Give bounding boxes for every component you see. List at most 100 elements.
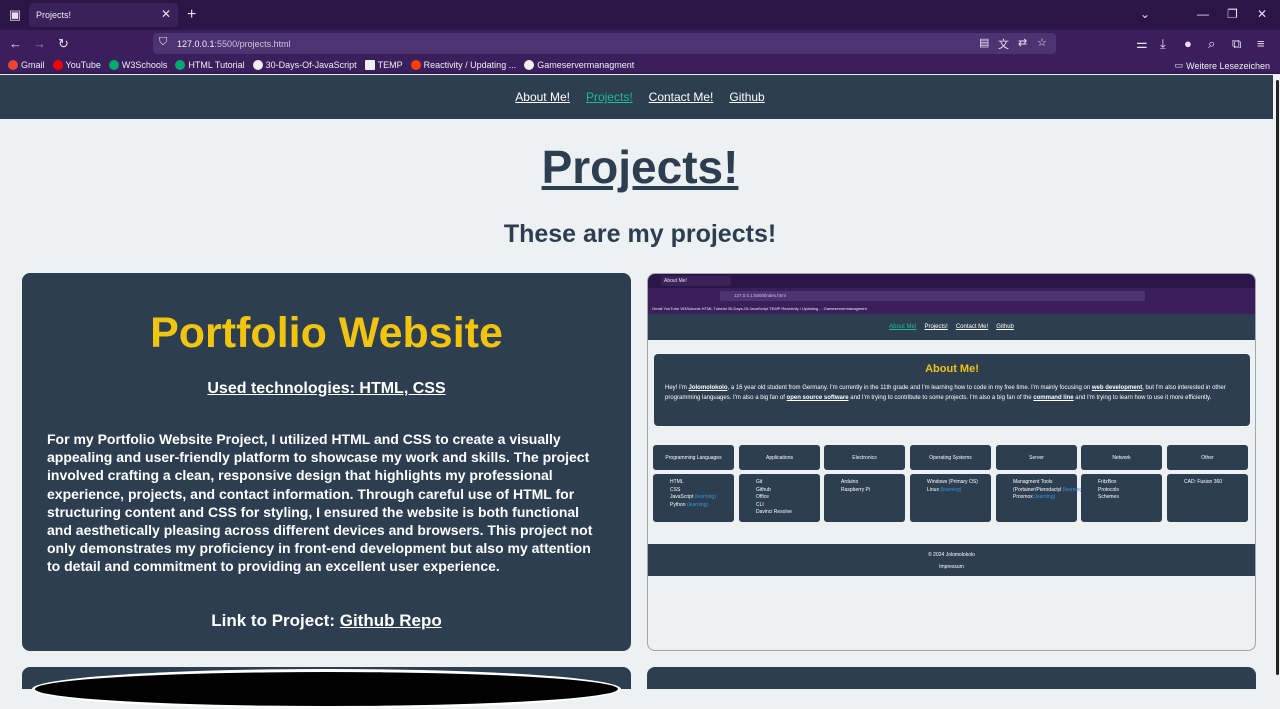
gmail-icon <box>8 60 18 70</box>
scrollbar-thumb[interactable] <box>1276 80 1279 675</box>
reload-icon[interactable]: ↻ <box>58 36 69 52</box>
project-card: Portfolio Website Used technologies: HTM… <box>22 273 631 651</box>
screenshot-skill-item: CAD: Fusion 360 <box>1184 479 1223 485</box>
screenshot-site-nav: About Me! Projects! Contact Me! Github <box>648 314 1255 340</box>
youtube-icon <box>52 60 63 70</box>
chevron-down-icon[interactable]: ⌄ <box>1140 7 1150 21</box>
screenshot-nav-projects: Projects! <box>924 324 948 330</box>
screenshot-footer-copy: © 2024 Jolomolokolo <box>928 552 975 558</box>
close-icon[interactable]: ✕ <box>161 7 171 21</box>
project-link-prefix: Link to Project: <box>211 611 335 630</box>
screenshot-skill-item: Office <box>756 494 769 500</box>
w3schools-icon <box>175 60 186 70</box>
screenshot-skill-cell: CAD: Fusion 360 <box>1167 474 1248 522</box>
bookmark-item[interactable]: Reactivity / Updating ... <box>410 60 516 70</box>
screenshot-skill-cell: Git Github Office CLI Davinci Resolve <box>739 474 820 522</box>
screenshot-footer: © 2024 Jolomolokolo Impressum <box>648 544 1255 576</box>
screenshot-skill-item: Windows (Primary OS) <box>927 479 978 485</box>
screenshot-skill-item: Raspberry Pi <box>841 486 870 493</box>
github-icon <box>524 60 535 70</box>
restore-icon[interactable]: ❐ <box>1227 7 1238 21</box>
url-path: :5500/projects.html <box>214 38 291 49</box>
screenshot-category: Operating Systems <box>910 445 991 470</box>
plus-icon[interactable]: + <box>187 6 196 24</box>
github-repo-link[interactable]: Github Repo <box>340 611 442 630</box>
project-link-line: Link to Project: Github Repo <box>22 611 631 631</box>
nav-link-contact[interactable]: Contact Me! <box>649 90 714 104</box>
bookmark-item[interactable]: 30-Days-Of-JavaScript <box>252 60 357 70</box>
screenshot-footer-link: Impressum <box>939 564 964 570</box>
bookmark-item[interactable]: HTML Tutorial <box>175 60 245 70</box>
bookmarks-bar: Gmail YouTube W3Schools HTML Tutorial 30… <box>0 57 1280 74</box>
site-nav: About Me! Projects! Contact Me! Github <box>0 75 1280 119</box>
translate-icon[interactable]: 文 <box>998 36 1009 52</box>
folder-icon: ▭ <box>1174 60 1184 70</box>
screenshot-skill-item: Protocols <box>1098 486 1119 493</box>
browser-tab-bar: ▣ Projects! ✕ + ⌄ — ❐ ✕ <box>0 0 1280 30</box>
screenshot-skill-item: CLI <box>756 501 764 508</box>
screenshot-tab-title: About Me! <box>661 276 731 286</box>
search-icon[interactable]: ⌕ <box>1208 36 1215 52</box>
screenshot-skill-cell: HTML CSS JavaScript (learning) Python (lear… <box>653 474 734 522</box>
screenshot-skill-cell: Arduino Raspberry Pi <box>824 474 905 522</box>
language-icon[interactable]: ⇄ <box>1018 36 1027 49</box>
folder-icon <box>364 60 375 70</box>
nav-link-about[interactable]: About Me! <box>515 90 570 104</box>
screenshot-skill-item: Github <box>756 486 771 493</box>
screenshot-skill-cell: FritzBox Protocols Schemes <box>1081 474 1162 522</box>
bookmark-item[interactable]: YouTube <box>52 60 101 70</box>
extensions-menu-icon[interactable]: ⚌ <box>1136 36 1148 52</box>
arrow-right-icon[interactable]: → <box>33 36 46 51</box>
screenshot-category: Applications <box>739 445 820 470</box>
screenshot-category: Network <box>1081 445 1162 470</box>
window-close-icon[interactable]: ✕ <box>1257 7 1267 21</box>
bookmark-item[interactable]: Gmail <box>8 60 45 70</box>
nav-link-projects[interactable]: Projects! <box>586 90 633 104</box>
download-icon[interactable]: ⤓ <box>1160 36 1166 52</box>
project-image-next <box>32 669 621 709</box>
minimize-icon[interactable]: — <box>1197 7 1209 21</box>
screenshot-skill-cell: Managment Tools (Portainer/Pterodactyl (l… <box>996 474 1084 522</box>
screenshot-toolbar: 127.0.0.1:5500/index.html <box>648 288 1255 304</box>
project-screenshot: About Me! 127.0.0.1:5500/index.html Gmai… <box>647 273 1256 651</box>
github-icon <box>252 60 263 70</box>
project-description: For my Portfolio Website Project, I util… <box>47 431 593 575</box>
screenshot-nav-about: About Me! <box>889 324 917 330</box>
project-card-next <box>22 667 631 709</box>
screenshot-skill-item: Schemes <box>1098 494 1119 500</box>
screenshot-skill-item: HTML <box>670 479 684 485</box>
screenshot-url: 127.0.0.1:5500/index.html <box>720 291 1145 301</box>
arrow-left-icon[interactable]: ← <box>9 36 22 51</box>
screenshot-tab-bar: About Me! <box>648 274 1255 288</box>
screenshot-skill-item: Arduino <box>841 479 859 485</box>
screenshot-category: Electronics <box>824 445 905 470</box>
screenshot-skill-item: CSS <box>670 486 681 493</box>
screenshot-skill-item: (Portainer/Pterodactyl (learning) <box>1013 486 1084 493</box>
screenshot-skill-item: Git <box>756 479 763 485</box>
browser-toolbar: ← → ↻ ⛉ 127.0.0.1:5500/projects.html ▤ 文… <box>0 30 1280 57</box>
browser-tab[interactable]: Projects! ✕ <box>29 3 178 27</box>
bookmark-item[interactable]: Gameservermanagment <box>524 60 634 70</box>
puzzle-icon[interactable]: ⧉ <box>1232 36 1241 52</box>
project-technologies: Used technologies: HTML, CSS <box>207 380 446 397</box>
other-bookmarks[interactable]: ▭ Weitere Lesezeichen <box>1175 60 1270 71</box>
bookmark-item[interactable]: TEMP <box>364 60 403 70</box>
menu-icon[interactable]: ≡ <box>1257 36 1265 51</box>
svelte-icon <box>410 60 421 70</box>
bookmark-item[interactable]: W3Schools <box>108 60 167 70</box>
tab-list-icon[interactable]: ▣ <box>0 0 30 30</box>
url-host: 127.0.0.1 <box>177 38 215 49</box>
star-icon[interactable]: ☆ <box>1037 36 1047 49</box>
nav-link-github[interactable]: Github <box>729 90 764 104</box>
address-bar[interactable]: ⛉ 127.0.0.1:5500/projects.html ▤ 文 ⇄ ☆ <box>153 33 1056 54</box>
reader-view-icon[interactable]: ▤ <box>979 36 989 49</box>
screenshot-category: Server <box>996 445 1077 470</box>
page-title: Projects! <box>541 141 739 193</box>
shield-icon[interactable]: ⛉ <box>159 36 167 49</box>
account-icon[interactable]: ● <box>1184 36 1192 51</box>
page-subtitle: These are my projects! <box>503 220 777 248</box>
screenshot-about-title: About Me! <box>925 363 979 375</box>
project-title: Portfolio Website <box>150 309 503 357</box>
screenshot-category: Other <box>1167 445 1248 470</box>
screenshot-bookmarks: Gmail YouTube W3Schools HTML Tutorial 30… <box>648 304 1255 314</box>
